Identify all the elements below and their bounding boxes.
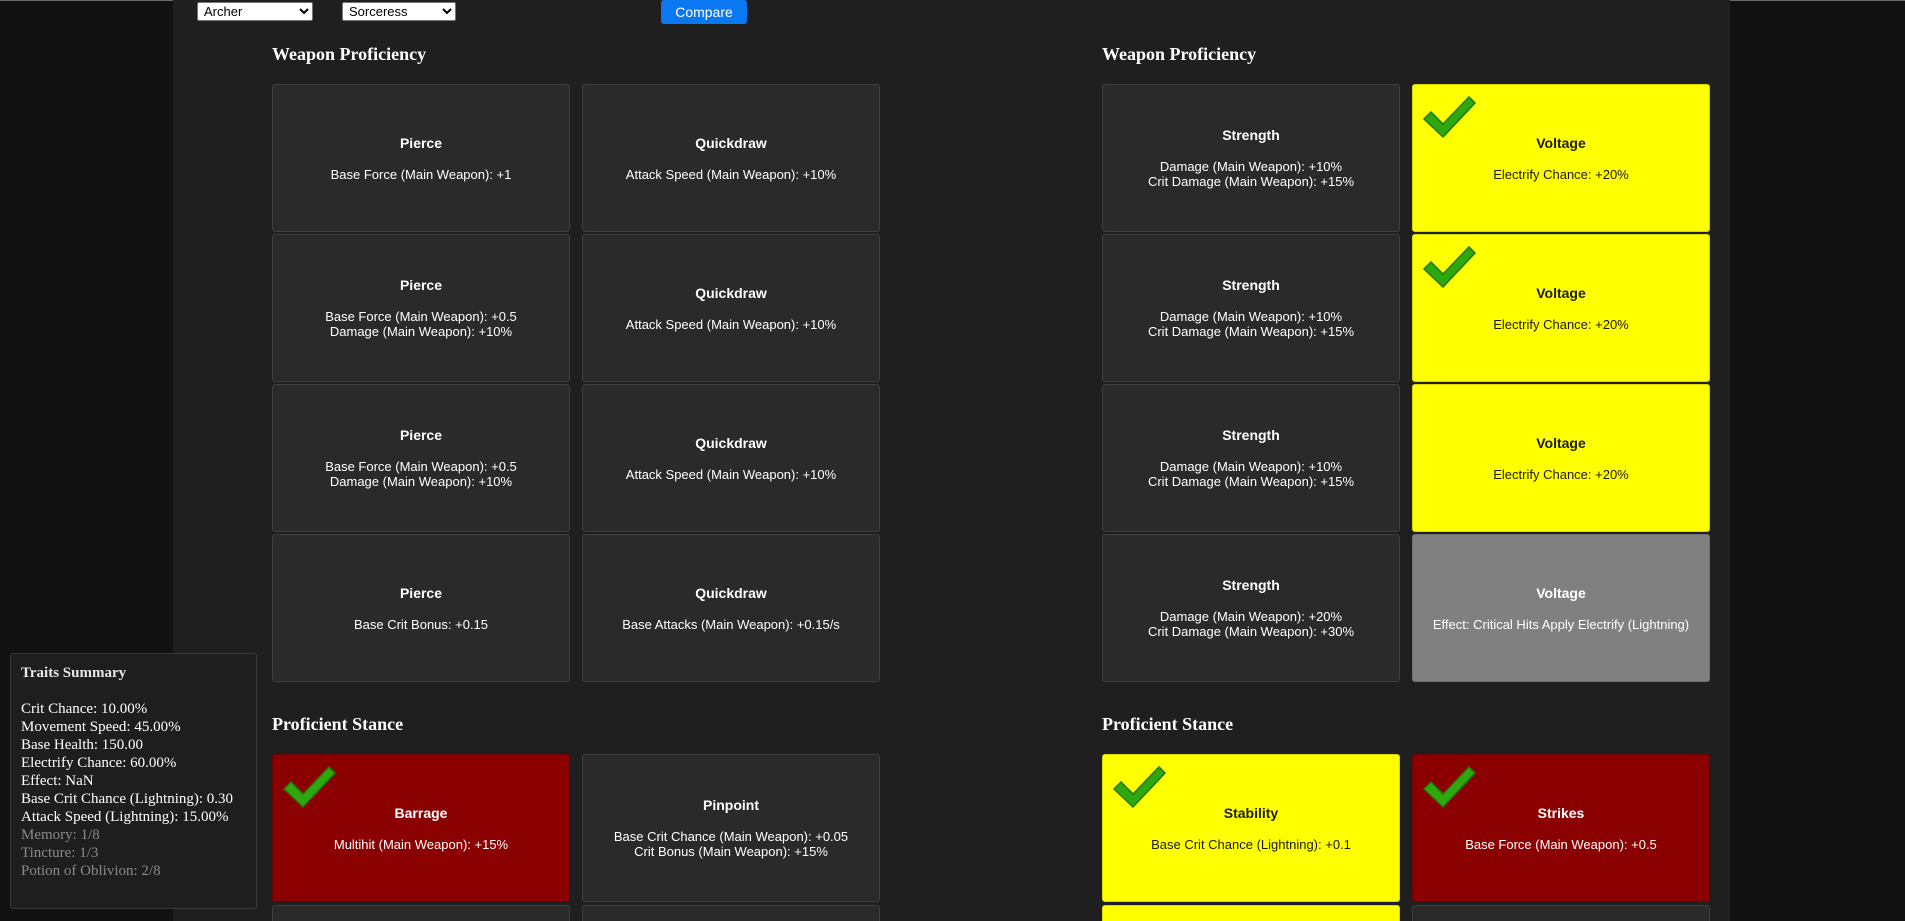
card-description: Damage (Main Weapon): +20% Crit Damage (… [1147, 609, 1355, 639]
card-name: Pinpoint [703, 797, 759, 813]
card-description: Attack Speed (Main Weapon): +10% [625, 316, 837, 332]
checkmark-icon [1422, 245, 1477, 289]
card-name: Quickdraw [695, 284, 767, 301]
left-weapon-card[interactable]: Pierce Base Force (Main Weapon): +1 [272, 84, 570, 232]
card-name: Voltage [1536, 284, 1586, 301]
checkmark-icon [1422, 95, 1477, 139]
summary-line: Crit Chance: 10.00% [21, 701, 148, 717]
right-proficient-stance-title: Proficient Stance [1102, 714, 1234, 734]
card-description: Base Crit Chance (Lightning): +0.1 [1151, 836, 1351, 852]
card-description: Electrify Chance: +20% [1493, 466, 1629, 482]
card-description: Multihit (Main Weapon): +15% [333, 836, 509, 852]
summary-line: Electrify Chance: 60.00% [21, 755, 177, 771]
summary-line: Attack Speed (Lightning): 15.00% [21, 809, 229, 825]
summary-line: Effect: NaN [21, 773, 94, 789]
card-description: Base Crit Bonus: +0.15 [353, 616, 489, 632]
checkmark-icon [1422, 765, 1477, 809]
right-weapon-proficiency-title: Weapon Proficiency [1102, 44, 1257, 64]
card-description: Electrify Chance: +20% [1493, 166, 1629, 182]
card-description: Damage (Main Weapon): +10% Crit Damage (… [1147, 309, 1355, 339]
compare-button[interactable]: Compare [661, 0, 747, 24]
right-class-select[interactable]: Sorceress [342, 2, 456, 21]
right-stance-card-partial[interactable] [1102, 905, 1400, 921]
card-description: Damage (Main Weapon): +10% Crit Damage (… [1147, 459, 1355, 489]
right-weapon-card-available[interactable]: Voltage Electrify Chance: +20% [1412, 384, 1710, 532]
card-description: Base Force (Main Weapon): +0.5 Damage (M… [325, 459, 517, 489]
right-weapon-card-selected[interactable]: Voltage Electrify Chance: +20% [1412, 234, 1710, 382]
right-stance-card-partial[interactable] [1412, 905, 1710, 921]
summary-resource-line: Potion of Oblivion: 2/8 [21, 863, 161, 879]
left-stance-card-partial[interactable] [272, 905, 570, 921]
card-name: Strikes [1537, 804, 1585, 821]
card-name: Strength [1222, 577, 1280, 593]
summary-line: Movement Speed: 45.00% [21, 719, 181, 735]
card-name: Voltage [1536, 434, 1586, 451]
left-weapon-card[interactable]: Quickdraw Attack Speed (Main Weapon): +1… [582, 84, 880, 232]
right-weapon-card[interactable]: Strength Damage (Main Weapon): +10% Crit… [1102, 384, 1400, 532]
right-stance-card-stability[interactable]: Stability Base Crit Chance (Lightning): … [1102, 754, 1400, 902]
card-description: Base Crit Chance (Main Weapon): +0.05 Cr… [613, 829, 849, 859]
left-weapon-card[interactable]: Pierce Base Force (Main Weapon): +0.5 Da… [272, 234, 570, 382]
right-weapon-card[interactable]: Strength Damage (Main Weapon): +10% Crit… [1102, 234, 1400, 382]
left-weapon-card[interactable]: Quickdraw Attack Speed (Main Weapon): +1… [582, 384, 880, 532]
right-weapon-card-selected[interactable]: Voltage Electrify Chance: +20% [1412, 84, 1710, 232]
right-weapon-card[interactable]: Strength Damage (Main Weapon): +20% Crit… [1102, 534, 1400, 682]
left-weapon-card[interactable]: Quickdraw Attack Speed (Main Weapon): +1… [582, 234, 880, 382]
card-name: Quickdraw [695, 584, 767, 601]
card-name: Strength [1222, 127, 1280, 143]
card-description: Damage (Main Weapon): +10% Crit Damage (… [1147, 159, 1355, 189]
checkmark-icon [282, 765, 337, 809]
checkmark-icon [1112, 765, 1167, 809]
left-stance-card-barrage[interactable]: Barrage Multihit (Main Weapon): +15% [272, 754, 570, 902]
card-name: Quickdraw [695, 434, 767, 451]
card-name: Strength [1222, 427, 1280, 443]
left-stance-card-partial[interactable] [582, 905, 880, 921]
card-description: Attack Speed (Main Weapon): +10% [625, 166, 837, 182]
summary-line: Base Crit Chance (Lightning): 0.30 [21, 791, 234, 807]
card-description: Electrify Chance: +20% [1493, 316, 1629, 332]
summary-resource-line: Tincture: 1/3 [21, 845, 99, 861]
card-name: Voltage [1536, 584, 1586, 601]
card-name: Pierce [399, 427, 443, 443]
card-description: Attack Speed (Main Weapon): +10% [625, 466, 837, 482]
right-stance-card-strikes[interactable]: Strikes Base Force (Main Weapon): +0.5 [1412, 754, 1710, 902]
card-name: Pierce [399, 584, 443, 601]
summary-line: Base Health: 150.00 [21, 737, 144, 753]
left-proficient-stance-title: Proficient Stance [272, 714, 404, 734]
left-stance-card-pinpoint[interactable]: Pinpoint Base Crit Chance (Main Weapon):… [582, 754, 880, 902]
card-name: Voltage [1536, 134, 1586, 151]
left-weapon-card[interactable]: Quickdraw Base Attacks (Main Weapon): +0… [582, 534, 880, 682]
card-name: Quickdraw [695, 134, 767, 151]
traits-summary-panel: Traits Summary Crit Chance: 10.00% Movem… [10, 653, 257, 909]
card-name: Pierce [399, 277, 443, 293]
card-description: Base Force (Main Weapon): +0.5 [1465, 836, 1657, 852]
left-class-select[interactable]: Archer [197, 2, 313, 21]
traits-summary-title: Traits Summary [21, 665, 127, 681]
left-weapon-card[interactable]: Pierce Base Crit Bonus: +0.15 [272, 534, 570, 682]
right-weapon-card[interactable]: Strength Damage (Main Weapon): +10% Crit… [1102, 84, 1400, 232]
summary-resource-line: Memory: 1/8 [21, 827, 100, 843]
card-description: Base Force (Main Weapon): +1 [330, 166, 512, 182]
left-weapon-proficiency-title: Weapon Proficiency [272, 44, 427, 64]
card-description: Base Attacks (Main Weapon): +0.15/s [622, 616, 840, 632]
main-panel: Archer Sorceress Compare Weapon Proficie… [173, 0, 1730, 921]
card-name: Barrage [394, 804, 448, 821]
card-description: Effect: Critical Hits Apply Electrify (L… [1432, 616, 1690, 632]
left-weapon-card[interactable]: Pierce Base Force (Main Weapon): +0.5 Da… [272, 384, 570, 532]
right-weapon-card-locked[interactable]: Voltage Effect: Critical Hits Apply Elec… [1412, 534, 1710, 682]
card-description: Base Force (Main Weapon): +0.5 Damage (M… [325, 309, 517, 339]
card-name: Strength [1222, 277, 1280, 293]
card-name: Pierce [399, 134, 443, 151]
card-name: Stability [1223, 804, 1279, 821]
